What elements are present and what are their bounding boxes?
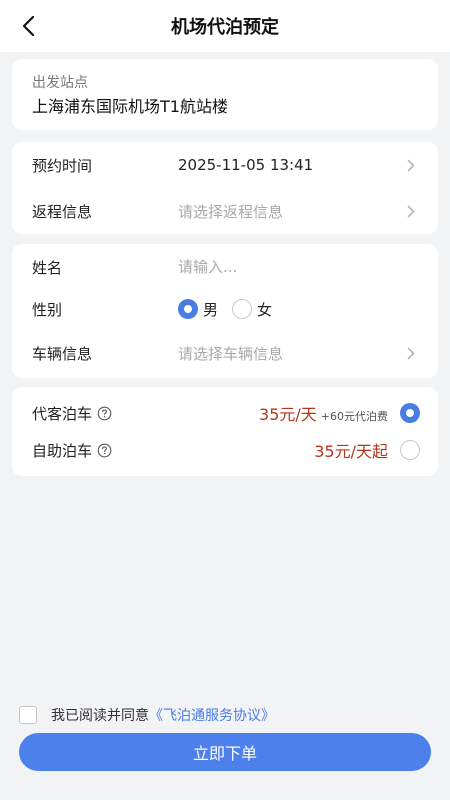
gender-row: 性别 男 女 xyxy=(12,287,438,331)
schedule-card: 预约时间 2025-11-05 13:41 返程信息 请选择返程信息 xyxy=(12,142,438,234)
place-order-button[interactable]: 立即下单 xyxy=(19,733,431,771)
valet-radio-selected-icon[interactable] xyxy=(400,403,420,423)
name-label: 姓名 xyxy=(32,258,63,277)
booking-time-label: 预约时间 xyxy=(32,156,93,175)
question-circle-icon[interactable] xyxy=(97,443,112,458)
name-row: 姓名 xyxy=(12,245,438,289)
top-bar: 机场代泊预定 xyxy=(0,0,450,52)
parking-booking-page: 机场代泊预定 出发站点 上海浦东国际机场T1航站楼 预约时间 2025-11-0… xyxy=(0,0,450,800)
self-parking-label: 自助泊车 xyxy=(32,440,112,461)
station-label: 出发站点 xyxy=(32,75,88,91)
self-price-group: 35元/天起 xyxy=(314,438,388,462)
gender-option-label: 女 xyxy=(257,300,273,319)
radio-unselected-icon xyxy=(232,299,253,319)
chevron-right-icon xyxy=(404,158,418,172)
valet-price: 35元/天 xyxy=(259,405,317,424)
agreement-text: 我已阅读并同意 xyxy=(51,708,149,724)
personal-info-card: 姓名 性别 男 女 车辆信息 请选择车辆信息 xyxy=(12,244,438,378)
page-title: 机场代泊预定 xyxy=(171,17,279,38)
agreement-checkbox[interactable] xyxy=(19,706,37,724)
back-button[interactable] xyxy=(14,12,42,40)
agreement-row: 我已阅读并同意 《飞泊通服务协议》 xyxy=(19,705,275,725)
gender-label: 性别 xyxy=(32,300,63,319)
self-parking-text: 自助泊车 xyxy=(32,441,93,460)
chevron-right-icon xyxy=(404,204,418,218)
gender-option-male[interactable]: 男 xyxy=(178,299,218,320)
valet-price-group: 35元/天 +60元代泊费 xyxy=(259,401,388,425)
chevron-left-icon xyxy=(22,15,35,37)
booking-time-value: 2025-11-05 13:41 xyxy=(178,156,314,174)
vehicle-info-placeholder: 请选择车辆信息 xyxy=(178,344,284,363)
return-info-label: 返程信息 xyxy=(32,202,93,221)
radio-selected-icon xyxy=(178,299,198,319)
vehicle-info-label: 车辆信息 xyxy=(32,344,93,363)
valet-parking-text: 代客泊车 xyxy=(32,404,93,423)
station-name: 上海浦东国际机场T1航站楼 xyxy=(32,97,228,116)
gender-option-label: 男 xyxy=(203,300,219,319)
return-info-placeholder: 请选择返程信息 xyxy=(178,202,284,221)
service-agreement-link[interactable]: 《飞泊通服务协议》 xyxy=(149,705,275,725)
question-circle-icon[interactable] xyxy=(97,406,112,421)
self-parking-row[interactable]: 自助泊车 35元/天起 xyxy=(12,428,438,472)
valet-parking-label: 代客泊车 xyxy=(32,403,112,424)
return-info-row[interactable]: 返程信息 请选择返程信息 xyxy=(12,189,438,233)
chevron-right-icon xyxy=(404,346,418,360)
self-radio-unselected-icon[interactable] xyxy=(400,440,420,460)
departure-station-card: 出发站点 上海浦东国际机场T1航站楼 xyxy=(12,59,438,130)
gender-option-female[interactable]: 女 xyxy=(232,299,272,320)
vehicle-info-row[interactable]: 车辆信息 请选择车辆信息 xyxy=(12,331,438,375)
booking-time-row[interactable]: 预约时间 2025-11-05 13:41 xyxy=(12,143,438,187)
gender-radio-group: 男 女 xyxy=(178,299,286,320)
valet-extra-fee: +60元代泊费 xyxy=(320,410,388,423)
self-price: 35元/天起 xyxy=(314,442,388,461)
name-input[interactable] xyxy=(178,254,398,280)
parking-option-card: 代客泊车 35元/天 +60元代泊费 自助泊车 35元/天起 xyxy=(12,387,438,476)
